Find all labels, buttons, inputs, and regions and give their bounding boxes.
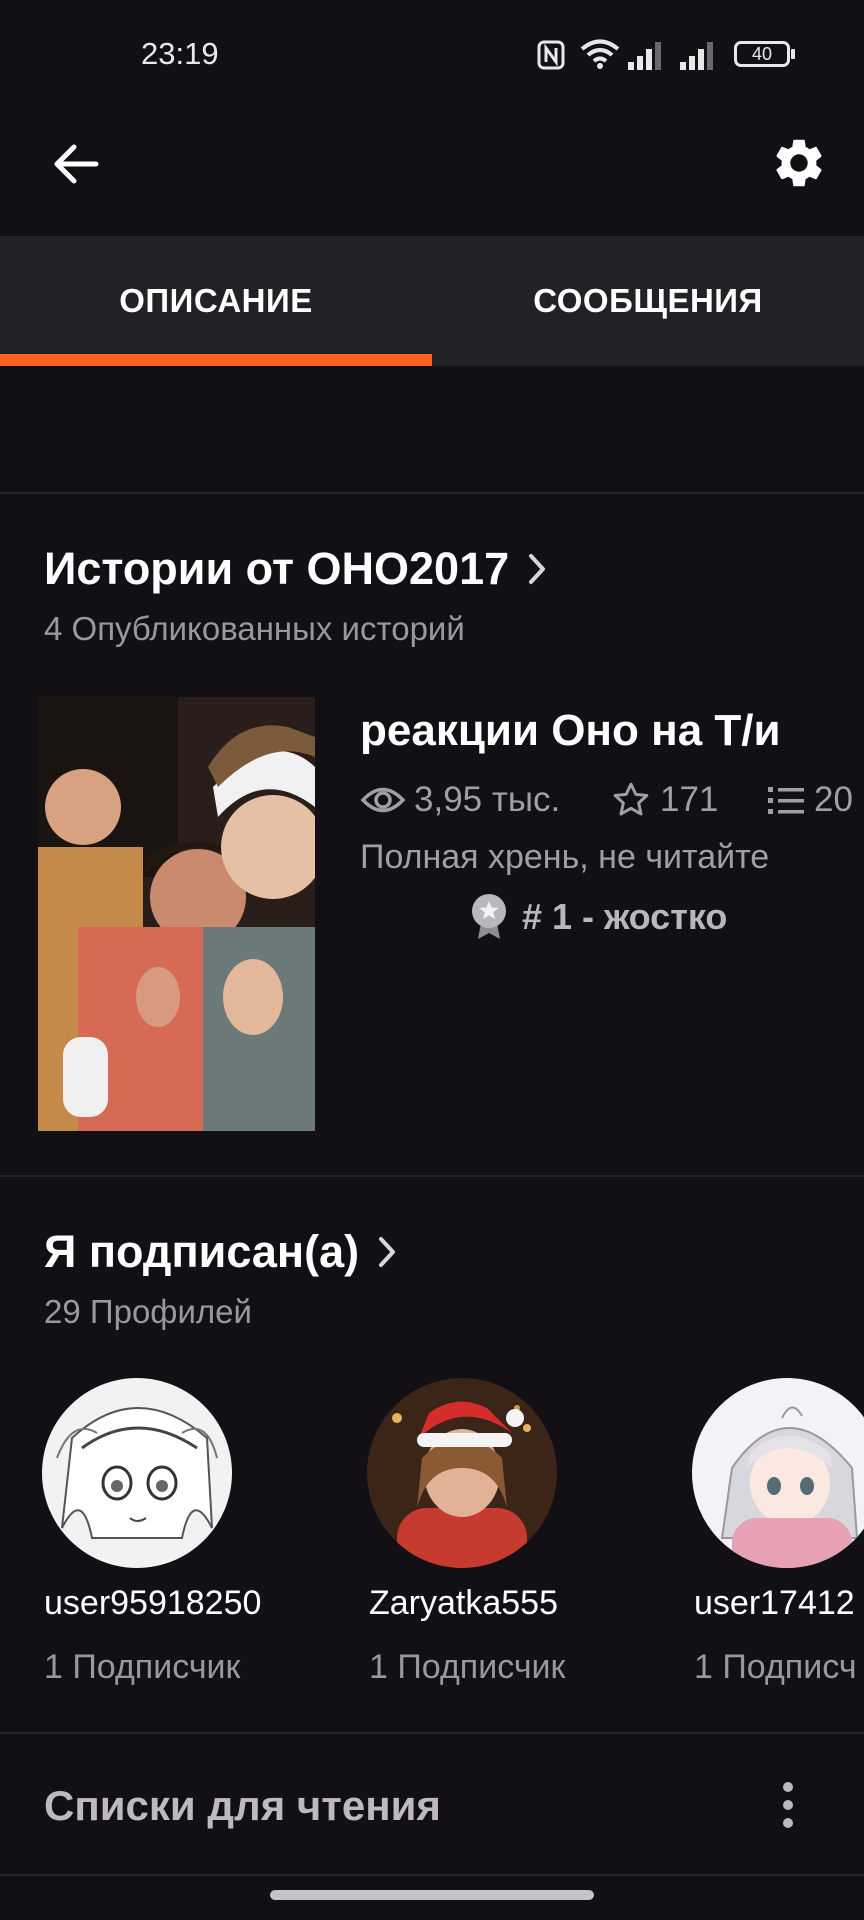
divider xyxy=(0,492,864,494)
avatar-image xyxy=(692,1378,864,1568)
stories-count: 4 Опубликованных историй xyxy=(44,610,465,647)
avatar[interactable] xyxy=(42,1378,232,1568)
more-vertical-icon[interactable] xyxy=(780,1780,796,1830)
following-count: 29 Профилей xyxy=(44,1293,252,1330)
tab-bar: ОПИСАНИЕ СООБЩЕНИЯ xyxy=(0,236,864,366)
profile-followers: 1 Подписчик xyxy=(44,1648,241,1686)
reading-lists-title: Списки для чтения xyxy=(44,1782,441,1829)
list-icon xyxy=(768,787,804,814)
avatar[interactable] xyxy=(367,1378,557,1568)
wifi-icon xyxy=(580,39,620,69)
rank-text: # 1 - жостко xyxy=(522,896,728,937)
votes-count: 171 xyxy=(660,780,719,819)
gesture-navigation-bar[interactable] xyxy=(270,1890,594,1900)
status-time: 23:19 xyxy=(141,36,219,71)
arrow-left-icon[interactable] xyxy=(50,138,102,190)
story-votes: 171 xyxy=(610,780,718,820)
following-section-header[interactable]: Я подписан(а) xyxy=(44,1226,397,1278)
nfc-icon xyxy=(537,40,565,70)
signal-icon-2 xyxy=(680,42,713,70)
following-section-title: Я подписан(а) xyxy=(44,1226,360,1277)
stories-section-header[interactable]: Истории от OHO2017 xyxy=(44,543,547,595)
story-cover-image[interactable] xyxy=(38,697,315,1131)
story-description: Полная хрень, не читайте xyxy=(360,838,770,876)
chevron-right-icon xyxy=(379,1237,396,1267)
status-bar: 23:19 40 xyxy=(0,0,864,110)
story-rank-badge: # 1 - жостко xyxy=(470,893,727,941)
profile-name[interactable]: user17412 xyxy=(694,1584,855,1623)
profile-followers: 1 Подписчик xyxy=(369,1648,566,1686)
eye-icon xyxy=(360,787,406,813)
tab-description[interactable]: ОПИСАНИЕ xyxy=(0,282,432,320)
divider xyxy=(0,1175,864,1177)
chevron-right-icon xyxy=(529,554,546,584)
active-tab-indicator xyxy=(0,354,432,366)
battery-icon: 40 xyxy=(734,41,790,67)
profile-followers: 1 Подписч xyxy=(694,1648,857,1686)
avatar[interactable] xyxy=(692,1378,864,1568)
app-bar xyxy=(0,110,864,236)
views-count: 3,95 тыс. xyxy=(414,780,561,819)
divider xyxy=(0,1732,864,1734)
medal-icon xyxy=(472,894,506,939)
cover-photo xyxy=(38,697,315,1131)
star-icon xyxy=(613,782,649,816)
tab-messages[interactable]: СООБЩЕНИЯ xyxy=(432,282,864,320)
battery-level: 40 xyxy=(751,43,773,64)
divider xyxy=(0,1874,864,1876)
stories-section-title: Истории от OHO2017 xyxy=(44,543,510,594)
story-views: 3,95 тыс. xyxy=(360,780,560,820)
gear-icon[interactable] xyxy=(770,134,828,192)
avatar-image xyxy=(367,1378,557,1568)
story-title[interactable]: реакции Оно на Т/и xyxy=(360,706,781,756)
profile-name[interactable]: Zaryatka555 xyxy=(369,1584,558,1623)
story-parts: 20 xyxy=(768,780,853,820)
parts-count: 20 xyxy=(814,780,853,819)
profile-name[interactable]: user95918250 xyxy=(44,1584,261,1623)
avatar-image xyxy=(42,1378,232,1568)
battery-tip xyxy=(791,49,795,59)
signal-icon xyxy=(628,42,661,70)
